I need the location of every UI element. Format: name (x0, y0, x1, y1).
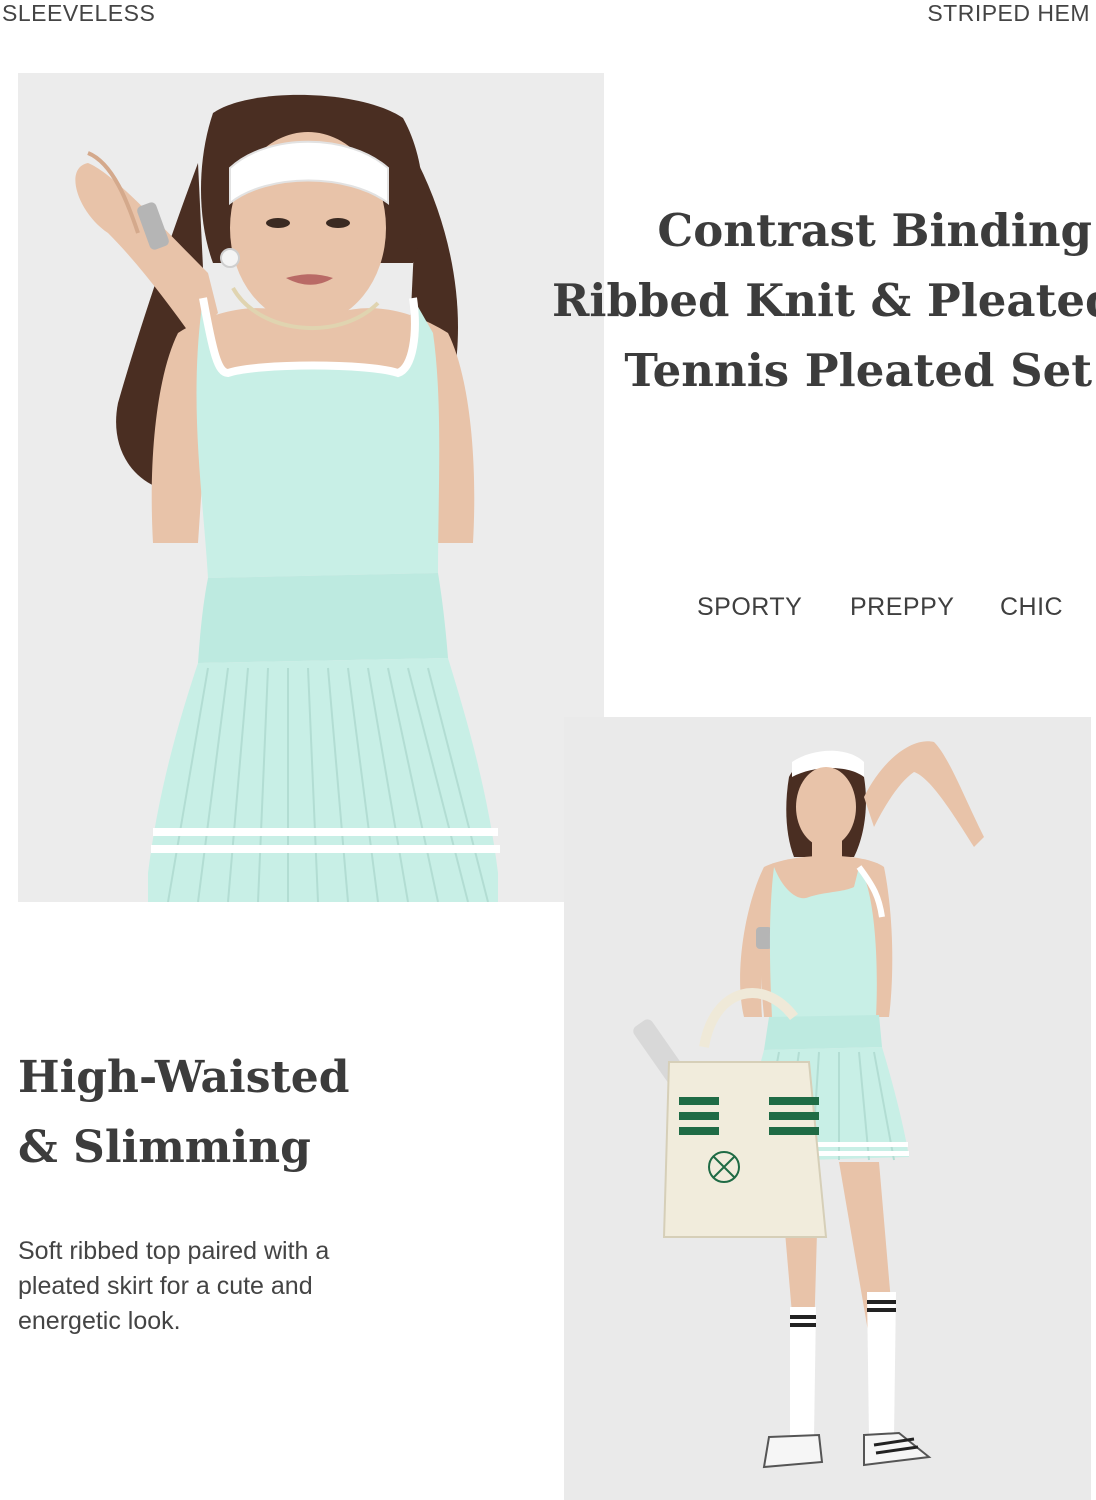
feature-heading-line-1: High-Waisted (18, 1052, 350, 1103)
model-front-illustration (18, 73, 604, 902)
style-tag-chic: CHIC (1000, 593, 1064, 621)
striped-hem-label: STRIPED HEM (927, 0, 1090, 26)
model-full-body-illustration (564, 717, 1091, 1500)
feature-heading-line-2: & Slimming (18, 1122, 311, 1173)
model-photo-front (18, 73, 604, 902)
headline-line-3: Tennis Pleated Set (624, 344, 1092, 397)
style-tag-sporty: SPORTY (697, 593, 803, 621)
sleeveless-label: SLEEVELESS (2, 0, 156, 26)
product-page: SLEEVELESS STRIPED HEM Contrast Binding … (0, 0, 1096, 1500)
feature-description: Soft ribbed top paired with a pleated sk… (18, 1237, 330, 1335)
product-headline: Contrast Binding Ribbed Knit & Pleated T… (552, 196, 1096, 406)
headline-line-2: Ribbed Knit & Pleated (552, 274, 1096, 327)
feature-heading: High-Waisted & Slimming (18, 1043, 350, 1183)
style-tag-preppy: PREPPY (850, 593, 955, 621)
model-photo-full-body (564, 717, 1091, 1500)
headline-line-1: Contrast Binding (657, 204, 1092, 257)
